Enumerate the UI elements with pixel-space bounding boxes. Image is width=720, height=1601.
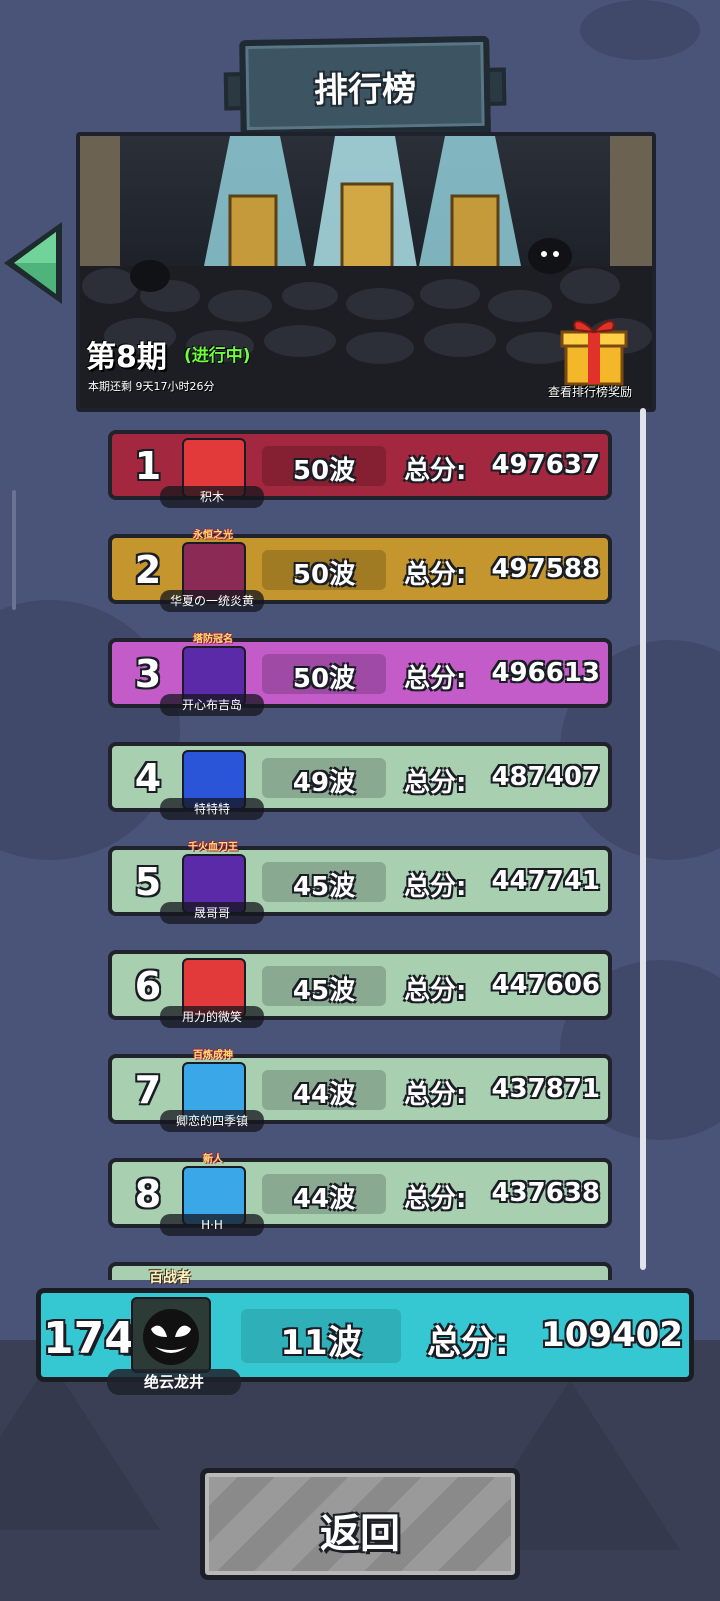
wave-count: 50波 [292, 664, 356, 694]
wave-count: 50波 [292, 456, 356, 486]
player-name: 特特特 [160, 798, 264, 820]
score-value: 497637 [491, 450, 600, 480]
score-value: 447741 [491, 866, 600, 896]
player-title-badge: 塔防冠名 [193, 634, 233, 645]
player-name: 积木 [160, 486, 264, 508]
wave-count: 50波 [292, 560, 356, 590]
leaderboard-row[interactable]: 4 特特特 49波 总分: 487407 [108, 742, 612, 820]
wave-count: 44波 [292, 1184, 356, 1214]
wave-count: 44波 [292, 1080, 356, 1110]
season-number: 第8期 [86, 340, 167, 375]
gift-box-icon [560, 320, 628, 386]
venom-face-icon [143, 1309, 199, 1365]
banner-tab-left [223, 72, 245, 111]
my-score-value: 109402 [541, 1315, 683, 1355]
my-player-name: 绝云龙井 [107, 1369, 241, 1395]
view-rewards-button[interactable]: 查看排行榜奖励 [530, 314, 650, 408]
leaderboard-screen: 排行榜 第8期 (进行中) 本期还剩 9天17小时26分 查看排行榜奖励 1 积… [0, 0, 720, 1601]
my-wave-count: 11波 [280, 1323, 362, 1363]
rank-number: 4 [134, 756, 162, 800]
rank-number: 7 [134, 1068, 162, 1112]
player-name: 卿恋的四季镇 [160, 1110, 264, 1132]
leaderboard-row[interactable]: 1 积木 50波 总分: 497637 [108, 430, 612, 508]
rank-number: 6 [134, 964, 162, 1008]
my-score-label: 总分: [427, 1323, 509, 1363]
banner-tab-right [485, 67, 507, 106]
score-label: 总分: [404, 456, 467, 486]
score-label: 总分: [404, 976, 467, 1006]
season-banner: 第8期 (进行中) 本期还剩 9天17小时26分 查看排行榜奖励 [76, 132, 656, 412]
score-value: 437638 [491, 1178, 600, 1208]
score-label: 总分: [404, 1080, 467, 1110]
player-title-badge: 新人 [203, 1154, 223, 1165]
score-value: 497588 [491, 554, 600, 584]
title-banner: 排行榜 [223, 35, 507, 137]
leaderboard-row[interactable]: 7 百炼成神 卿恋的四季镇 44波 总分: 437871 [108, 1050, 612, 1132]
rank-number: 5 [134, 860, 162, 904]
rank-number: 8 [134, 1172, 162, 1216]
score-label: 总分: [404, 1184, 467, 1214]
season-countdown: 本期还剩 9天17小时26分 [88, 380, 215, 393]
rank-number: 2 [134, 548, 162, 592]
leaderboard-row[interactable]: 5 千火血刀王 晟哥哥 45波 总分: 447741 [108, 842, 612, 924]
my-title-badge: 百战者 [149, 1270, 191, 1286]
player-title-badge: 百炼成神 [193, 1050, 233, 1061]
player-name: 开心布吉岛 [160, 694, 264, 716]
wave-count: 45波 [292, 976, 356, 1006]
season-status: (进行中) [184, 346, 251, 366]
return-button[interactable]: 返回 [200, 1468, 520, 1580]
player-name: 华夏の一统炎黄 [160, 590, 264, 612]
view-rewards-label: 查看排行榜奖励 [547, 385, 632, 399]
leaderboard-row[interactable]: 6 用力的微笑 45波 总分: 447606 [108, 950, 612, 1028]
score-value: 487407 [491, 762, 600, 792]
leaderboard-row[interactable]: 3 塔防冠名 开心布吉岛 50波 总分: 496613 [108, 634, 612, 716]
rank-number: 1 [134, 444, 162, 488]
player-name: 用力的微笑 [160, 1006, 264, 1028]
score-label: 总分: [404, 560, 467, 590]
return-button-label: 返回 [320, 1511, 400, 1557]
my-rank-row[interactable]: 174 百战者 绝云龙井 11波 总分: 109402 [36, 1270, 694, 1395]
page-title: 排行榜 [313, 69, 417, 111]
player-name: 晟哥哥 [160, 902, 264, 924]
wave-count: 45波 [292, 872, 356, 902]
left-edge-indicator [12, 490, 16, 610]
player-name: H·H [160, 1214, 264, 1236]
score-value: 447606 [491, 970, 600, 1000]
player-title-badge: 千火血刀王 [188, 842, 238, 853]
wave-count: 49波 [292, 768, 356, 798]
player-title-badge: 永恒之光 [193, 530, 233, 541]
leaderboard-row[interactable]: 2 永恒之光 华夏の一统炎黄 50波 总分: 497588 [108, 530, 612, 612]
leaderboard-row[interactable]: 8 新人 H·H 44波 总分: 437638 [108, 1154, 612, 1236]
score-label: 总分: [404, 664, 467, 694]
leaderboard-list[interactable]: 1 积木 50波 总分: 497637 2 永恒之光 华夏の一统炎黄 50波 总… [96, 408, 626, 1280]
list-scrollbar[interactable] [640, 408, 646, 1270]
score-value: 437871 [491, 1074, 600, 1104]
background-blob [580, 0, 700, 60]
triangle-left-icon [4, 222, 62, 304]
score-value: 496613 [491, 658, 600, 688]
my-avatar[interactable] [131, 1297, 211, 1373]
score-label: 总分: [404, 768, 467, 798]
back-arrow-button[interactable] [0, 218, 68, 308]
score-label: 总分: [404, 872, 467, 902]
my-rank-number: 174 [43, 1313, 135, 1364]
rank-number: 3 [134, 652, 162, 696]
